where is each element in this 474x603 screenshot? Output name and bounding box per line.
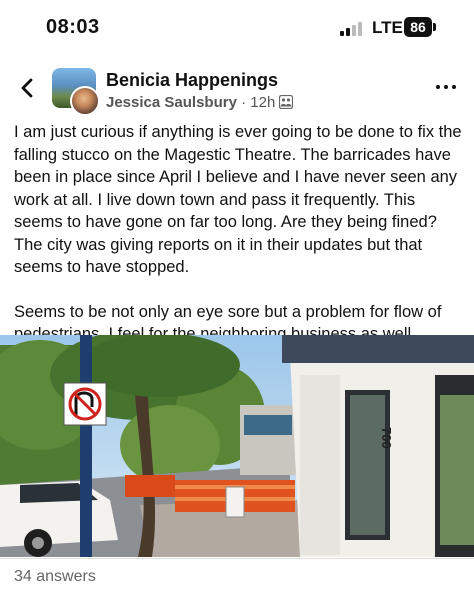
meta-separator: · [236, 94, 251, 111]
footer-divider [0, 558, 474, 559]
answers-count[interactable]: 34 answers [14, 568, 96, 586]
battery-tip [433, 23, 436, 31]
author-line: Jessica Saulsbury · 12h [106, 94, 294, 113]
network-type: LTE [372, 18, 403, 37]
group-privacy-icon [279, 94, 294, 113]
more-dots-icon[interactable] [436, 82, 460, 92]
author-name[interactable]: Jessica Saulsbury [106, 94, 237, 111]
group-name[interactable]: Benicia Happenings [106, 70, 278, 91]
post-body: I am just curious if anything is ever go… [14, 121, 464, 346]
status-bar: 08:03 LTE 86 [0, 0, 474, 54]
signal-icon [340, 21, 368, 36]
post-photo[interactable]: 700 [0, 335, 474, 557]
post-header: Benicia Happenings Jessica Saulsbury · 1… [0, 62, 474, 122]
post-paragraph: I am just curious if anything is ever go… [14, 123, 462, 276]
status-time: 08:03 [46, 16, 100, 38]
author-avatar[interactable] [70, 86, 100, 116]
post-time[interactable]: 12h [250, 94, 275, 111]
building-number: 700 [379, 427, 394, 449]
battery-icon: 86 [404, 17, 432, 37]
chevron-left-icon[interactable] [16, 76, 40, 100]
